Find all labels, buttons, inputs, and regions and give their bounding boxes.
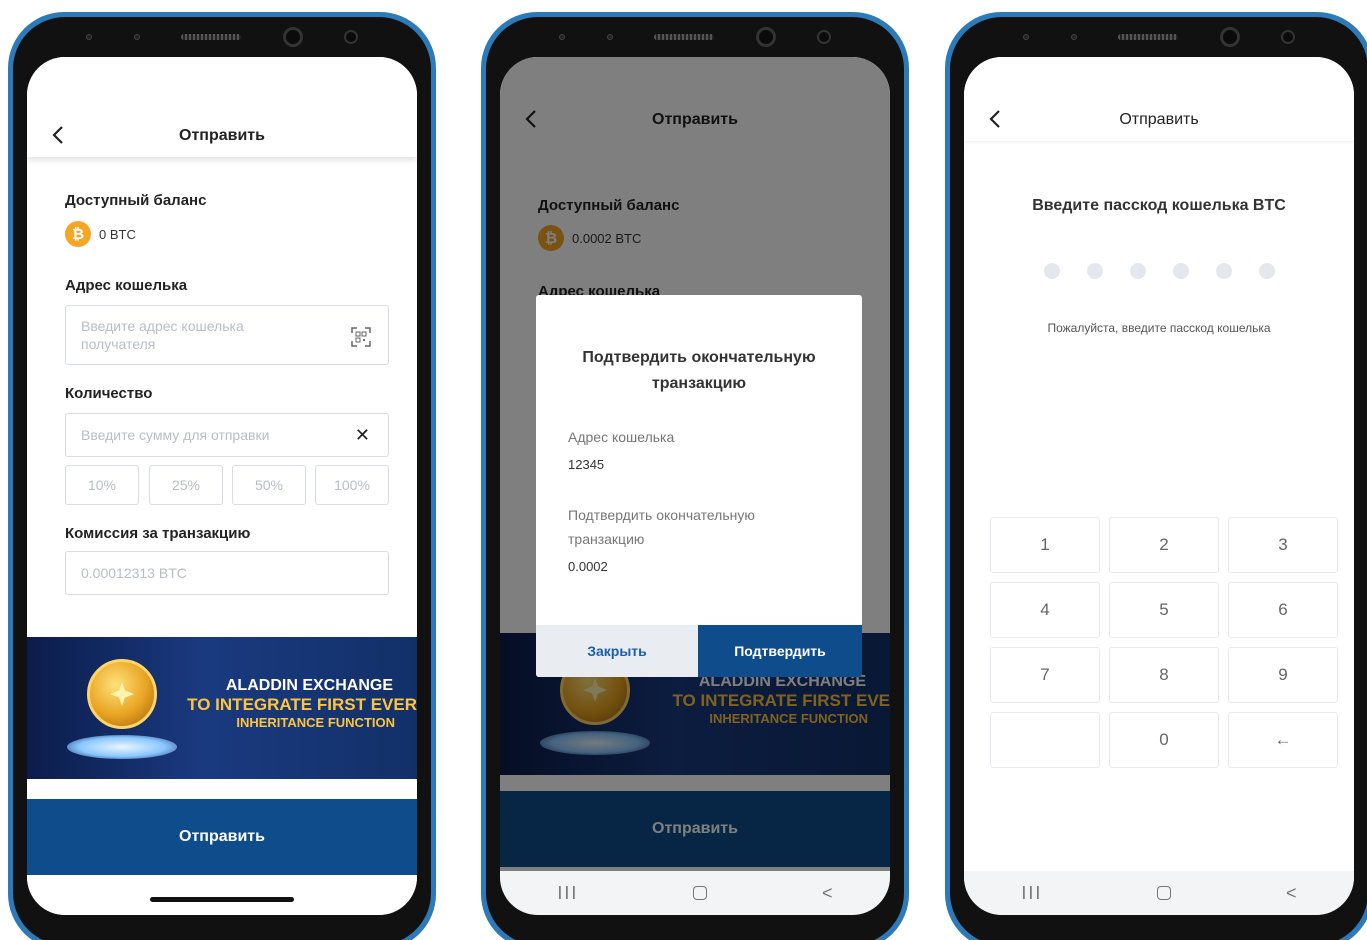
backspace-key[interactable]: ← (1228, 712, 1338, 768)
home-icon[interactable] (693, 886, 708, 900)
address-placeholder: Введите адрес кошелька получателя (81, 318, 244, 352)
passcode-hint: Пожалуйста, введите пасскод кошелька (1047, 321, 1271, 335)
dialog-address-label: Адрес кошелька (568, 429, 675, 445)
nav-back-icon[interactable]: < (822, 883, 833, 904)
page-title: Отправить (1119, 111, 1199, 128)
fee-field: 0.00012313 BTC (65, 551, 389, 595)
key-7[interactable]: 7 (990, 647, 1100, 703)
passcode-heading: Введите пасскод кошелька BTC (1032, 197, 1286, 214)
qr-scan-icon[interactable] (350, 326, 372, 348)
key-1[interactable]: 1 (990, 517, 1100, 573)
phone-1: Отправить Доступный баланс ₿ 0 BTC Адрес… (8, 12, 436, 940)
amount-label: Количество (65, 385, 153, 402)
send-screen: Отправить Доступный баланс ₿ 0 BTC Адрес… (27, 57, 417, 915)
address-label: Адрес кошелька (65, 277, 188, 294)
passcode-dot (1129, 263, 1146, 279)
key-4[interactable]: 4 (990, 582, 1100, 638)
passcode-dot (1086, 263, 1103, 279)
banner-line-1: ALADDIN EXCHANGE (225, 677, 393, 694)
amount-placeholder: Введите сумму для отправки (81, 427, 270, 443)
balance-label: Доступный баланс (65, 192, 207, 209)
key-5[interactable]: 5 (1109, 582, 1219, 638)
home-icon[interactable] (1157, 886, 1172, 900)
key-0[interactable]: 0 (1109, 712, 1219, 768)
stage: Отправить Доступный баланс ₿ 0 BTC Адрес… (0, 0, 1367, 940)
system-nav-bar: III < (500, 871, 890, 915)
amount-input[interactable]: Введите сумму для отправки ✕ (65, 413, 389, 457)
phone-notch (72, 17, 372, 57)
system-nav-bar: III < (964, 871, 1354, 915)
recent-apps-icon[interactable]: III (557, 883, 578, 904)
home-indicator[interactable] (150, 897, 294, 902)
key-6[interactable]: 6 (1228, 582, 1338, 638)
key-3[interactable]: 3 (1228, 517, 1338, 573)
passcode-screen: Отправить Введите пасскод кошелька BTC П… (964, 57, 1354, 915)
balance-value: 0 BTC (99, 226, 136, 242)
fee-value: 0.00012313 BTC (81, 565, 187, 581)
key-empty (990, 712, 1100, 768)
recent-apps-icon[interactable]: III (1021, 883, 1042, 904)
back-arrow-icon[interactable] (984, 107, 1008, 131)
dialog-address-value: 12345 (568, 457, 605, 472)
passcode-dot (1172, 263, 1189, 279)
phone-3: Отправить Введите пасскод кошелька BTC П… (945, 12, 1367, 940)
nav-back-icon[interactable]: < (1286, 883, 1297, 904)
percent-10-button[interactable]: 10% (65, 465, 139, 505)
confirm-button[interactable]: Подтвердить (698, 625, 862, 677)
phone-notch (545, 17, 845, 57)
passcode-dot (1043, 263, 1060, 279)
dialog-amount-label: Подтвердить окончательную транзакцию (568, 507, 755, 547)
header: Отправить (964, 57, 1354, 141)
percent-50-button[interactable]: 50% (232, 465, 306, 505)
coin-graphic (87, 659, 157, 729)
numeric-keypad: 1 2 3 4 5 6 7 8 9 0 ← (990, 517, 1342, 768)
fee-label: Комиссия за транзакцию (65, 525, 251, 542)
key-9[interactable]: 9 (1228, 647, 1338, 703)
dialog-amount-value: 0.0002 (568, 559, 608, 574)
clear-icon[interactable]: ✕ (355, 425, 370, 446)
bitcoin-icon: ₿ (65, 221, 91, 247)
confirm-dialog: Подтвердить окончательную транзакцию Адр… (536, 295, 862, 677)
key-8[interactable]: 8 (1109, 647, 1219, 703)
address-input[interactable]: Введите адрес кошелька получателя (65, 305, 389, 365)
balance-row: ₿ 0 BTC (65, 221, 136, 247)
send-button[interactable]: Отправить (27, 799, 417, 875)
promo-banner[interactable]: ALADDIN EXCHANGE TO INTEGRATE FIRST EVER… (27, 637, 417, 779)
page-title: Отправить (179, 127, 265, 144)
header: Отправить (27, 57, 417, 157)
pedestal-graphic (67, 735, 177, 759)
close-button[interactable]: Закрыть (536, 625, 698, 677)
phone-notch (1009, 17, 1309, 57)
phone-2: Отправить Доступный баланс ₿ 0.0002 BTC … (481, 12, 909, 940)
dialog-title: Подтвердить окончательную транзакцию (582, 349, 816, 392)
percent-100-button[interactable]: 100% (315, 465, 389, 505)
passcode-dot (1258, 263, 1275, 279)
banner-line-3: INHERITANCE FUNCTION (236, 715, 395, 730)
back-arrow-icon[interactable] (47, 123, 71, 147)
passcode-dots (964, 263, 1354, 279)
key-2[interactable]: 2 (1109, 517, 1219, 573)
percent-25-button[interactable]: 25% (149, 465, 223, 505)
confirm-screen: Отправить Доступный баланс ₿ 0.0002 BTC … (500, 57, 890, 915)
passcode-dot (1215, 263, 1232, 279)
banner-line-2: TO INTEGRATE FIRST EVER (187, 695, 417, 714)
